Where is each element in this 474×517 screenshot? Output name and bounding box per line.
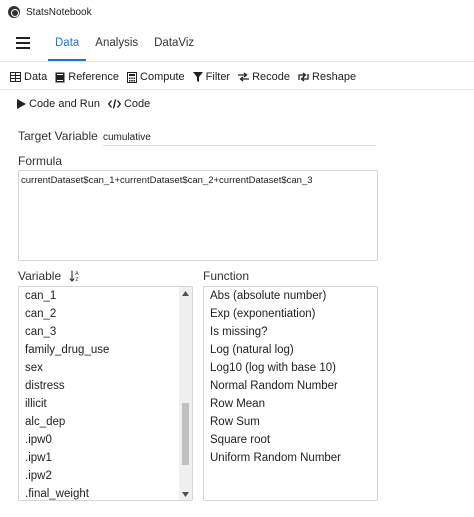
scroll-up-arrow-icon[interactable] <box>179 287 192 299</box>
function-item[interactable]: Is missing? <box>204 323 377 341</box>
reference-button-label: Reference <box>68 71 120 83</box>
scrollbar-thumb[interactable] <box>182 403 189 465</box>
code-toolbar: Code and Run Code <box>17 95 158 113</box>
calculator-icon <box>127 71 138 83</box>
function-list: Abs (absolute number) Exp (exponentiation… <box>203 286 378 501</box>
variable-header: Variable AZ <box>18 269 81 283</box>
function-item[interactable]: Abs (absolute number) <box>204 287 377 305</box>
target-variable-label: Target Variable <box>18 129 98 143</box>
filter-button-label: Filter <box>205 71 231 83</box>
scroll-down-arrow-icon[interactable] <box>179 488 192 500</box>
variable-item[interactable]: illicit <box>19 395 179 413</box>
code-and-run-button[interactable]: Code and Run <box>17 98 100 110</box>
code-and-run-label: Code and Run <box>29 98 100 110</box>
sort-az-icon[interactable]: AZ <box>69 270 81 282</box>
data-button-label: Data <box>24 71 48 83</box>
data-button[interactable]: Data <box>10 71 47 83</box>
variable-item[interactable]: can_1 <box>19 287 179 305</box>
svg-text:Z: Z <box>76 277 79 282</box>
formula-input[interactable]: currentDataset$can_1+currentDataset$can_… <box>18 170 378 261</box>
variable-list: can_1 can_2 can_3 family_drug_use sex distres… <box>18 286 193 501</box>
function-item[interactable]: Log (natural log) <box>204 341 377 359</box>
function-item[interactable]: Normal Random Number <box>204 377 377 395</box>
variable-item[interactable]: sex <box>19 359 179 377</box>
variable-item[interactable]: alc_dep <box>19 413 179 431</box>
reshape-icon <box>298 72 309 82</box>
function-item[interactable]: Exp (exponentiation) <box>204 305 377 323</box>
target-variable-input[interactable] <box>103 129 376 146</box>
compute-button[interactable]: Compute <box>127 71 185 83</box>
filter-icon <box>192 72 203 82</box>
tab-data[interactable]: Data <box>48 37 87 61</box>
data-toolbar: Data Reference Compute Filter Recode Res… <box>10 68 364 86</box>
tab-analysis[interactable]: Analysis <box>88 37 145 61</box>
app-title: StatsNotebook <box>26 6 92 18</box>
menu-icon[interactable] <box>16 37 30 49</box>
compute-button-label: Compute <box>140 71 185 83</box>
variable-item[interactable]: .ipw0 <box>19 431 179 449</box>
reshape-button[interactable]: Reshape <box>298 71 356 83</box>
toolbar-divider <box>0 89 474 90</box>
variable-item[interactable]: .ipw1 <box>19 449 179 467</box>
variable-item[interactable]: .final_weight <box>19 485 179 500</box>
recode-button-label: Recode <box>252 71 291 83</box>
function-item[interactable]: Row Mean <box>204 395 377 413</box>
table-icon <box>10 72 21 82</box>
function-item[interactable]: Log10 (log with base 10) <box>204 359 377 377</box>
variable-item[interactable]: distress <box>19 377 179 395</box>
swap-icon <box>238 72 250 82</box>
code-button[interactable]: Code <box>107 98 151 110</box>
variable-item[interactable]: .ipw2 <box>19 467 179 485</box>
title-bar: StatsNotebook <box>0 0 474 24</box>
app-logo-icon <box>8 6 20 18</box>
reshape-button-label: Reshape <box>312 71 357 83</box>
formula-label: Formula <box>18 154 63 168</box>
function-item[interactable]: Uniform Random Number <box>204 449 377 467</box>
variable-items: can_1 can_2 can_3 family_drug_use sex distres… <box>19 287 179 500</box>
top-nav: Data Analysis DataViz <box>0 28 474 62</box>
variable-item[interactable]: can_3 <box>19 323 179 341</box>
book-icon <box>55 72 65 82</box>
code-button-label: Code <box>123 98 151 110</box>
function-item[interactable]: Square root <box>204 431 377 449</box>
filter-button[interactable]: Filter <box>192 71 231 83</box>
tab-dataviz[interactable]: DataViz <box>147 37 201 61</box>
variable-item[interactable]: can_2 <box>19 305 179 323</box>
function-item[interactable]: Row Sum <box>204 413 377 431</box>
play-icon <box>17 99 26 109</box>
code-icon <box>107 99 121 109</box>
recode-button[interactable]: Recode <box>238 71 290 83</box>
variable-label: Variable <box>18 269 62 283</box>
reference-button[interactable]: Reference <box>55 71 119 83</box>
variable-list-scrollbar[interactable] <box>179 287 192 500</box>
variable-item[interactable]: family_drug_use <box>19 341 179 359</box>
function-label: Function <box>203 269 250 283</box>
